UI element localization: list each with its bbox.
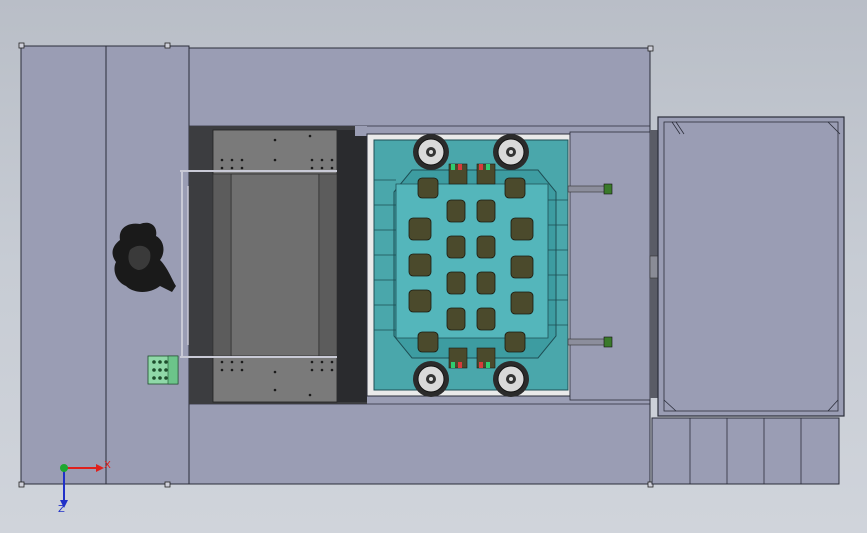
x-axis-label: X <box>104 460 111 471</box>
z-axis-label: Z <box>58 504 65 515</box>
control-box <box>147 355 179 385</box>
conveyor-table <box>180 126 372 404</box>
mold-assembly <box>366 131 651 401</box>
cad-viewport[interactable]: X Z <box>0 0 867 533</box>
cad-drawing[interactable]: X Z <box>0 0 867 533</box>
right-cabinet <box>649 116 845 485</box>
origin-dot <box>60 464 68 472</box>
axis-triad: X Z <box>58 460 111 515</box>
